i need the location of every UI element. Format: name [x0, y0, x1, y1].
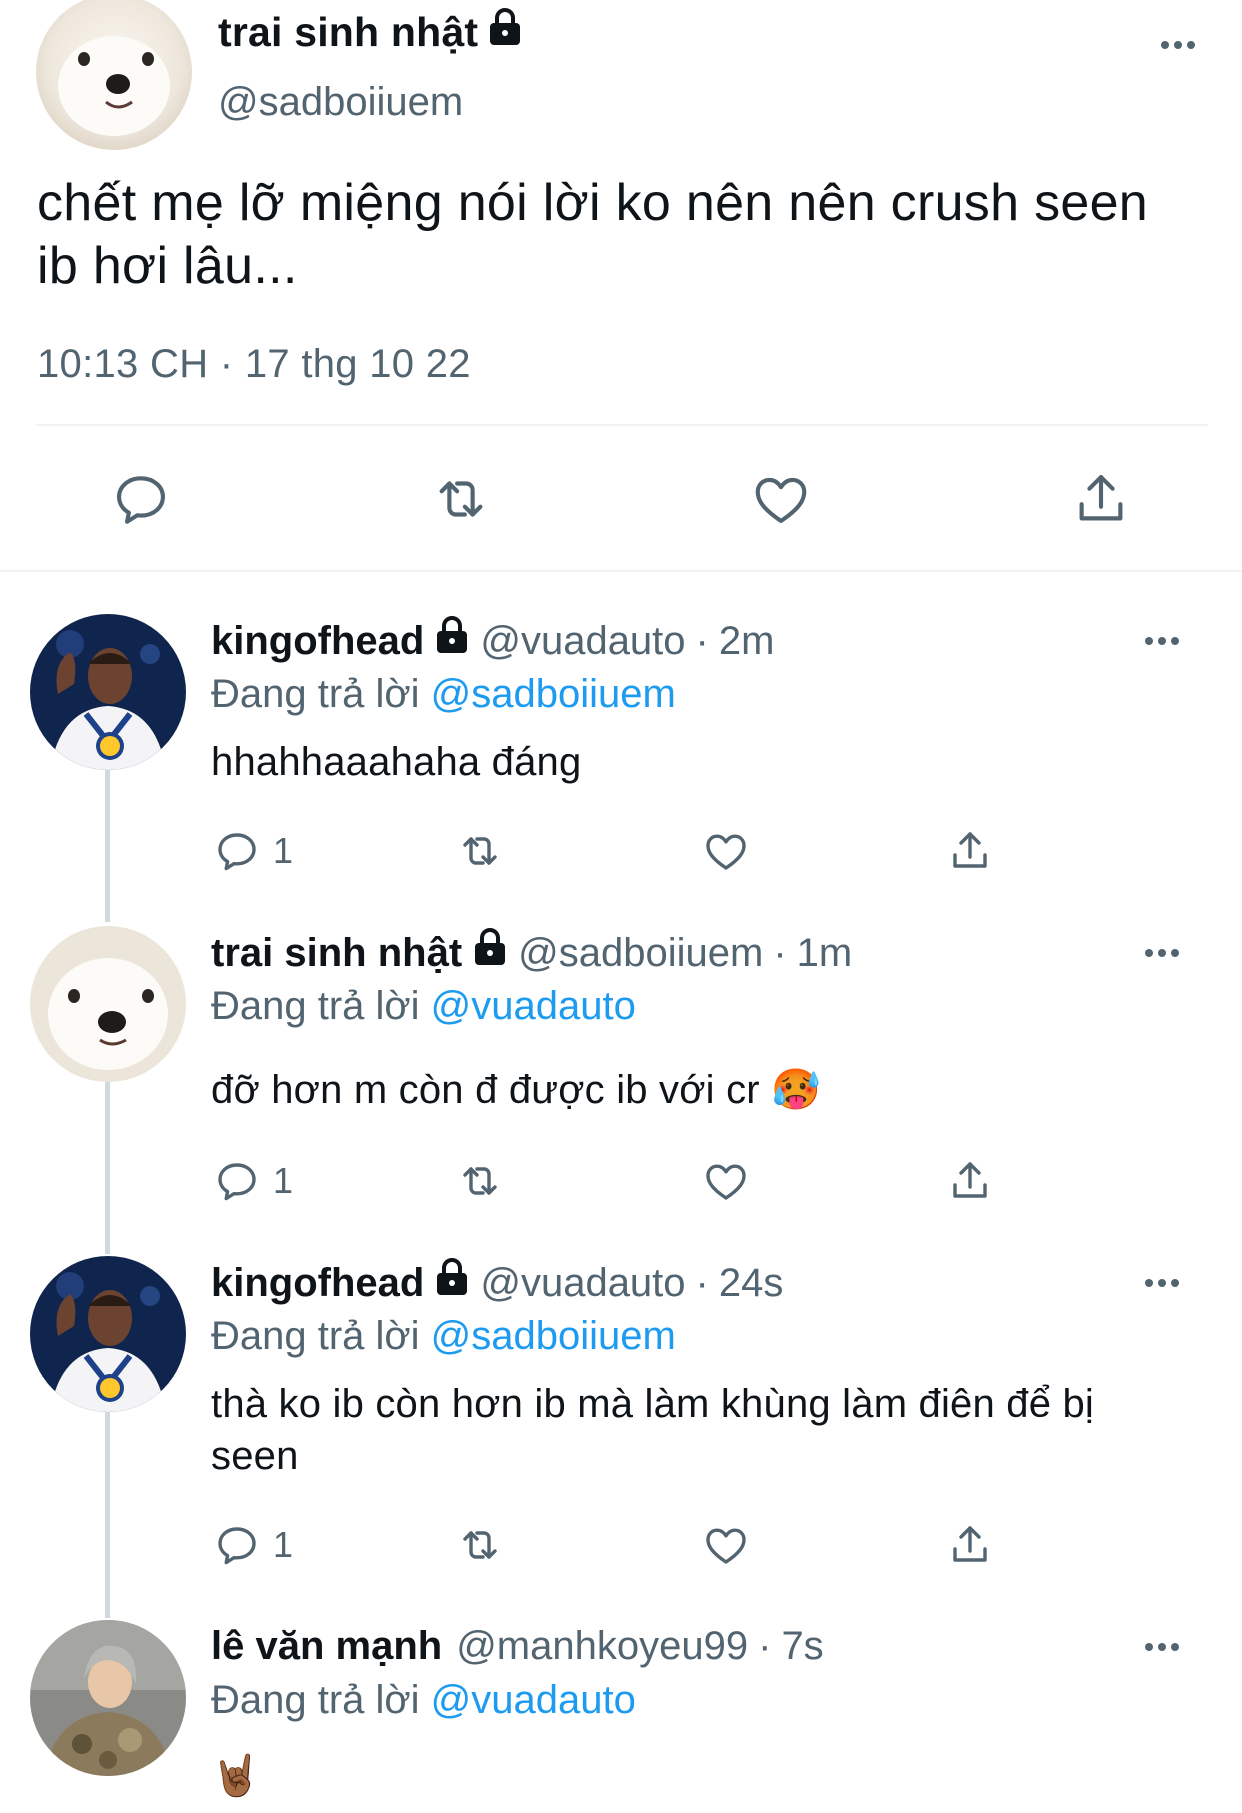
replying-to: Đang trả lời @sadboiiuem — [211, 670, 676, 718]
tweet-detail-page: trai sinh nhật @sadboiiuem chết mẹ lỡ mi… — [0, 0, 1242, 1813]
reply-count: 1 — [273, 830, 294, 871]
more-icon[interactable] — [1142, 626, 1182, 656]
like-icon[interactable] — [702, 1520, 750, 1570]
author-handle[interactable]: @sadboiiuem — [218, 80, 463, 125]
replying-to-mention[interactable]: @vuadauto — [431, 984, 636, 1028]
tweet-text: chết mẹ lỡ miệng nói lời ko nên nên crus… — [37, 174, 1149, 295]
reply-button[interactable]: 1 — [213, 1156, 293, 1206]
reply-author-handle[interactable]: @vuadauto — [480, 617, 685, 665]
thread-line — [105, 1412, 110, 1618]
reply-text: đỡ hơn m còn đ được ib với cr 🥵 — [211, 1068, 822, 1112]
reply-author-handle[interactable]: @vuadauto — [480, 1259, 685, 1307]
reply-count: 1 — [273, 1524, 294, 1565]
avatar[interactable] — [30, 614, 186, 770]
replying-to-mention[interactable]: @sadboiiuem — [431, 1314, 676, 1358]
more-icon[interactable] — [1158, 30, 1198, 60]
reply-author-handle[interactable]: @sadboiiuem — [518, 929, 763, 977]
lock-icon — [472, 928, 508, 977]
author-name[interactable]: trai sinh nhật — [218, 8, 522, 56]
author-name-text: trai sinh nhật — [218, 8, 479, 55]
replying-to: Đang trả lời @vuadauto — [211, 1676, 636, 1724]
reply-author-name[interactable]: kingofhead — [211, 617, 424, 665]
reply-author-handle[interactable]: @manhkoyeu99 — [456, 1622, 748, 1670]
reply-icon[interactable] — [110, 468, 172, 530]
separator: · — [695, 618, 709, 663]
more-icon[interactable] — [1142, 1268, 1182, 1298]
lock-icon — [488, 8, 522, 56]
reply-time[interactable]: 7s — [781, 1622, 823, 1670]
share-icon[interactable] — [946, 826, 994, 876]
replying-to-label: Đang trả lời — [211, 672, 431, 716]
reply-text: thà ko ib còn hơn ib mà làm khùng làm đi… — [211, 1382, 1094, 1478]
reply-header: trai sinh nhật @sadboiiuem · 1m — [211, 928, 852, 977]
reply-time[interactable]: 24s — [719, 1259, 784, 1307]
reply-text: hhahhaaahaha đáng — [211, 740, 582, 784]
replying-to-mention[interactable]: @sadboiiuem — [431, 672, 676, 716]
replying-to-label: Đang trả lời — [211, 1678, 431, 1722]
retweet-icon[interactable] — [430, 468, 492, 530]
avatar[interactable] — [30, 926, 186, 1082]
divider — [36, 424, 1208, 426]
reply-header: kingofhead @vuadauto · 24s — [211, 1258, 783, 1307]
replying-to-mention[interactable]: @vuadauto — [431, 1678, 636, 1722]
reply-button[interactable]: 1 — [213, 1520, 293, 1570]
thread-line — [105, 1082, 110, 1254]
reply-count: 1 — [273, 1160, 294, 1201]
reply-header: lê văn mạnh @manhkoyeu99 · 7s — [211, 1622, 824, 1670]
reply-icon — [213, 1157, 261, 1205]
lock-icon — [434, 616, 470, 665]
reply-author-name[interactable]: trai sinh nhật — [211, 929, 462, 977]
more-icon[interactable] — [1142, 1632, 1182, 1662]
divider — [0, 570, 1242, 572]
replying-to-label: Đang trả lời — [211, 1314, 431, 1358]
tweet-timestamp[interactable]: 10:13 CH · 17 thg 10 22 — [37, 342, 471, 387]
retweet-icon[interactable] — [456, 1520, 504, 1570]
separator: · — [758, 1624, 772, 1668]
separator: · — [695, 1260, 709, 1305]
reply-icon — [213, 1521, 261, 1569]
thread-line — [105, 770, 110, 922]
lock-icon — [434, 1258, 470, 1307]
like-icon[interactable] — [702, 1156, 750, 1206]
avatar[interactable] — [30, 1620, 186, 1776]
reply-time[interactable]: 1m — [797, 929, 853, 977]
reply-icon — [213, 827, 261, 875]
separator: · — [773, 930, 787, 975]
reply-time[interactable]: 2m — [719, 617, 775, 665]
replying-to-label: Đang trả lời — [211, 984, 431, 1028]
reply-button[interactable]: 1 — [213, 826, 293, 876]
share-icon[interactable] — [946, 1156, 994, 1206]
retweet-icon[interactable] — [456, 1156, 504, 1206]
reply-header: kingofhead @vuadauto · 2m — [211, 616, 774, 665]
retweet-icon[interactable] — [456, 826, 504, 876]
replying-to: Đang trả lời @sadboiiuem — [211, 1312, 676, 1360]
like-icon[interactable] — [702, 826, 750, 876]
like-icon[interactable] — [750, 468, 812, 530]
replying-to: Đang trả lời @vuadauto — [211, 982, 636, 1030]
share-icon[interactable] — [946, 1520, 994, 1570]
avatar[interactable] — [36, 0, 192, 150]
reply-text: 🤘🏾 — [211, 1754, 262, 1798]
avatar[interactable] — [30, 1256, 186, 1412]
share-icon[interactable] — [1070, 468, 1132, 530]
reply-author-name[interactable]: lê văn mạnh — [211, 1622, 442, 1670]
reply-author-name[interactable]: kingofhead — [211, 1259, 424, 1307]
more-icon[interactable] — [1142, 938, 1182, 968]
